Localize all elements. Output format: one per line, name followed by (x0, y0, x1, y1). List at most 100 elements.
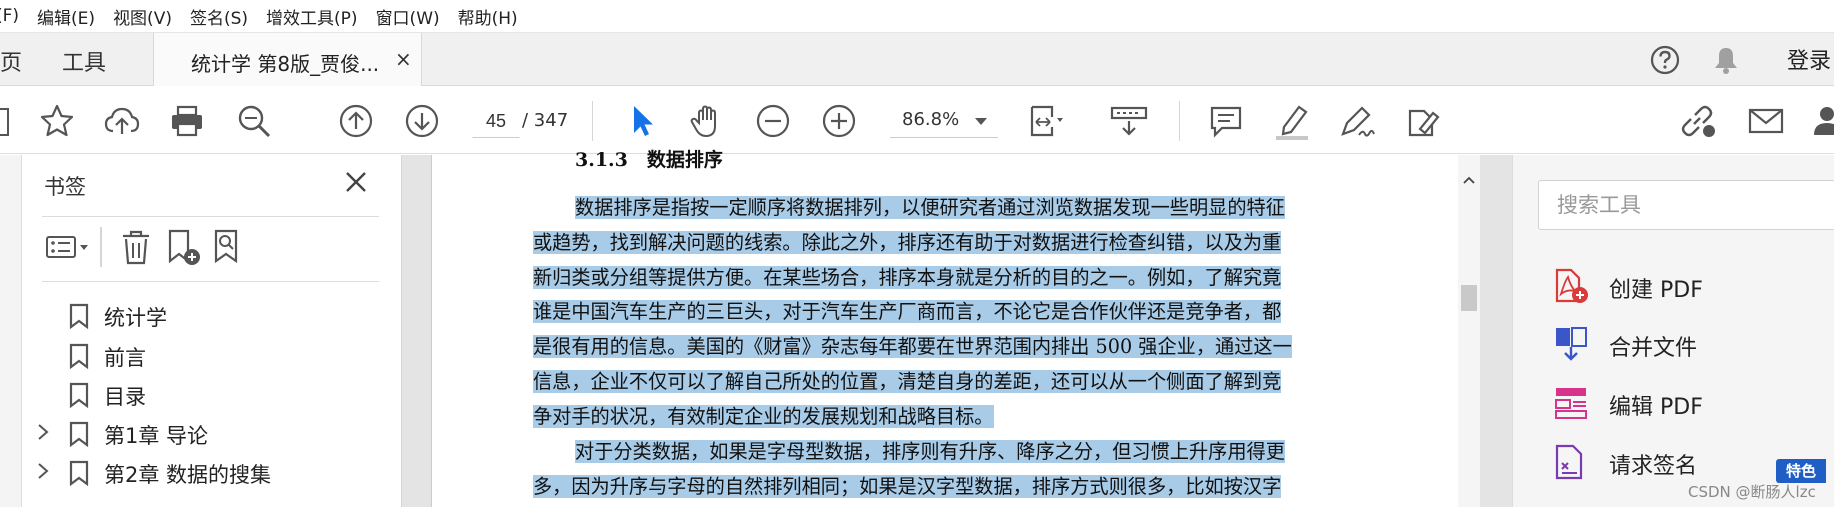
bookmark-icon (68, 303, 90, 330)
select-cursor-icon[interactable] (622, 101, 662, 141)
print-icon[interactable] (167, 101, 207, 141)
menu-plugins[interactable]: 增效工具(P) (257, 4, 367, 29)
text-line[interactable]: 新归类或分组等提供方便。在某些场合，排序本身就是分析的目的之一。例如，了解究竟 (533, 265, 1282, 290)
bookmark-item[interactable]: 前言 (22, 335, 402, 375)
text-line[interactable]: 对于分类数据，如果是字母型数据，排序则有升序、降序之分，但习惯上升序用得更 (575, 439, 1285, 464)
tab-tools[interactable]: 工具 (62, 45, 106, 77)
tab-home[interactable]: 页 (0, 45, 22, 77)
bookmark-label: 第2章 数据的搜集 (104, 463, 272, 487)
highlighted-text: 或趋势，找到解决问题的线索。除此之外，排序还有助于对数据进行检查纠错，以及为重 (533, 231, 1282, 254)
highlight-pen-icon[interactable] (1272, 101, 1312, 141)
highlighted-text: 对于分类数据，如果是字母型数据，排序则有升序、降序之分，但习惯上升序用得更 (575, 440, 1285, 463)
expand-chevron-icon[interactable] (36, 423, 50, 441)
toolbar-divider (1179, 101, 1180, 141)
highlighted-text: 是很有用的信息。美国的《财富》杂志每年都要在世界范围内排出 500 强企业，通过… (533, 335, 1292, 358)
zoom-dropdown-icon[interactable] (975, 118, 987, 125)
share-link-icon[interactable] (1677, 101, 1717, 141)
tab-bar: 页 工具 统计学 第8版_贾俊... × 登录 (0, 33, 1834, 86)
fill-sign-icon[interactable] (1402, 101, 1442, 141)
bookmark-options-icon[interactable] (44, 227, 94, 267)
scroll-mode-icon[interactable] (1109, 101, 1149, 141)
featured-badge: 特色 (1776, 459, 1826, 483)
scroll-up-icon[interactable] (1463, 169, 1475, 184)
document-tab-title: 统计学 第8版_贾俊... (191, 52, 380, 76)
search-tools-input[interactable]: 搜索工具 (1538, 180, 1834, 230)
expand-chevron-icon[interactable] (36, 462, 50, 480)
highlighted-text: 新归类或分组等提供方便。在某些场合，排序本身就是分析的目的之一。例如，了解究竟 (533, 266, 1282, 289)
highlighted-text: 争对手的状况，有效制定企业的发展规划和战略目标。 (533, 405, 994, 428)
bookmark-icon (68, 382, 90, 409)
bookmark-item[interactable]: 目录 (22, 374, 402, 414)
tool-label: 合并文件 (1609, 336, 1698, 361)
tool-label: 编辑 PDF (1609, 395, 1703, 420)
text-line[interactable]: 多，因为升序与字母的自然排列相同；如果是汉字型数据，排序方式则很多，比如按汉字 (533, 474, 1282, 499)
request-signature-icon (1553, 443, 1589, 481)
combine-files-icon (1553, 325, 1589, 363)
highlighted-text: 信息，企业不仅可以了解自己所处的位置，清楚自身的差距，还可以从一个侧面了解到竞 (533, 370, 1282, 393)
menu-window[interactable]: 窗口(W) (367, 4, 449, 29)
watermark-text: CSDN @断肠人lzc (1688, 483, 1816, 501)
text-line[interactable]: 信息，企业不仅可以了解自己所处的位置，清楚自身的差距，还可以从一个侧面了解到竞 (533, 369, 1282, 394)
tools-pane: 搜索工具 创建 PDF 合并文件 编辑 PDF 请求签名 (1512, 155, 1834, 507)
divider (100, 227, 102, 267)
menu-edit[interactable]: 编辑(E) (28, 4, 104, 29)
document-viewer[interactable]: 3.1.3 数据排序 数据排序是指按一定顺序将数据排列，以便研究者通过浏览数据发… (402, 149, 1512, 507)
login-button[interactable]: 登录 (1787, 43, 1831, 75)
help-icon[interactable] (1649, 44, 1681, 76)
text-line[interactable]: 数据排序是指按一定顺序将数据排列，以便研究者通过浏览数据发现一些明显的特征 (575, 195, 1285, 220)
sign-pen-icon[interactable] (1337, 101, 1377, 141)
page-up-icon[interactable] (336, 101, 376, 141)
vertical-scrollbar[interactable] (1458, 155, 1480, 507)
create-pdf-tool[interactable]: 创建 PDF (1553, 265, 1834, 309)
pdf-page[interactable]: 3.1.3 数据排序 数据排序是指按一定顺序将数据排列，以便研究者通过浏览数据发… (431, 149, 1461, 507)
comment-icon[interactable] (1206, 101, 1246, 141)
divider (42, 281, 379, 282)
bookmark-item[interactable]: 第1章 导论 (22, 413, 402, 453)
scrollbar-thumb[interactable] (1461, 285, 1477, 311)
fit-page-icon[interactable] (1026, 101, 1066, 141)
page-total: / 347 (522, 110, 569, 131)
new-bookmark-icon[interactable] (162, 227, 202, 267)
bookmark-icon (68, 421, 90, 448)
page-number-input[interactable]: 45 (472, 104, 520, 138)
bookmarks-title: 书签 (44, 175, 86, 199)
bookmark-label: 目录 (104, 385, 146, 409)
menu-file[interactable]: (F) (0, 6, 28, 26)
menu-sign[interactable]: 签名(S) (181, 4, 257, 29)
combine-files-tool[interactable]: 合并文件 (1553, 323, 1834, 367)
tab-document[interactable]: 统计学 第8版_贾俊... × (153, 33, 422, 86)
text-line[interactable]: 谁是中国汽车生产的三巨头，对于汽车生产厂商而言，不论它是合作伙伴还是竞争者，都 (533, 299, 1282, 324)
highlighted-text: 数据排序是指按一定顺序将数据排列，以便研究者通过浏览数据发现一些明显的特征 (575, 196, 1285, 219)
home-partial-icon[interactable] (0, 101, 20, 141)
bookmark-icon (68, 460, 90, 487)
text-line[interactable]: 争对手的状况，有效制定企业的发展规划和战略目标。 (533, 404, 994, 429)
hand-tool-icon[interactable] (687, 101, 727, 141)
email-icon[interactable] (1746, 101, 1786, 141)
section-heading: 3.1.3 数据排序 (575, 149, 723, 171)
create-pdf-icon (1553, 267, 1589, 305)
text-line[interactable]: 是很有用的信息。美国的《财富》杂志每年都要在世界范围内排出 500 强企业，通过… (533, 334, 1292, 359)
zoom-out-icon[interactable] (753, 101, 793, 141)
bookmark-item[interactable]: 统计学 (22, 295, 402, 335)
highlighted-text: 多，因为升序与字母的自然排列相同；如果是汉字型数据，排序方式则很多，比如按汉字 (533, 475, 1282, 498)
menu-help[interactable]: 帮助(H) (449, 4, 527, 29)
menu-bar: (F) 编辑(E) 视图(V) 签名(S) 增效工具(P) 窗口(W) 帮助(H… (0, 0, 1834, 33)
close-tab-button[interactable]: × (395, 47, 412, 71)
star-icon[interactable] (37, 101, 77, 141)
close-panel-icon[interactable] (344, 170, 368, 194)
search-zoom-icon[interactable] (234, 101, 274, 141)
tool-label: 创建 PDF (1609, 278, 1703, 303)
menu-view[interactable]: 视图(V) (104, 4, 181, 29)
edit-pdf-tool[interactable]: 编辑 PDF (1553, 382, 1834, 426)
main-toolbar: 45 / 347 86.8% (0, 87, 1834, 154)
text-line[interactable]: 或趋势，找到解决问题的线索。除此之外，排序还有助于对数据进行检查纠错，以及为重 (533, 230, 1282, 255)
page-down-icon[interactable] (402, 101, 442, 141)
delete-bookmark-icon[interactable] (116, 227, 156, 267)
find-bookmark-icon[interactable] (208, 227, 248, 267)
bookmarks-panel: 书签 统计学 前言 目录 第1章 导论 第2章 数据的搜集 (22, 155, 402, 507)
user-share-icon[interactable] (1811, 101, 1834, 141)
bell-icon[interactable] (1711, 44, 1741, 76)
bookmark-item[interactable]: 第2章 数据的搜集 (22, 452, 402, 492)
zoom-in-icon[interactable] (819, 101, 859, 141)
upload-cloud-icon[interactable] (102, 101, 142, 141)
